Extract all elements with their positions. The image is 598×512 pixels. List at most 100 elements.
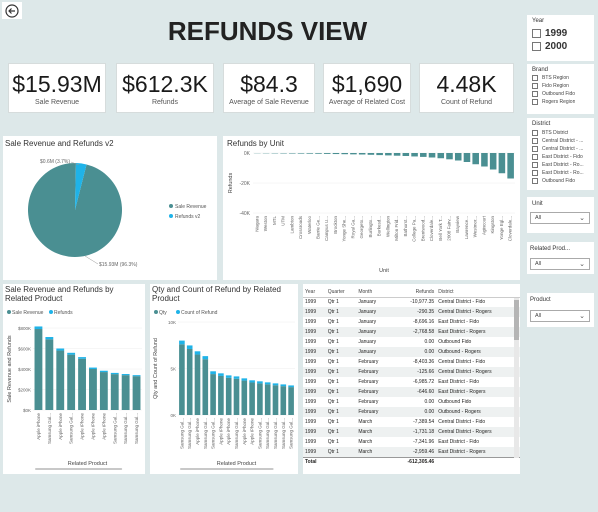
table-row[interactable]: 1999 Qtr 1 March -1,731.18 Central District … bbox=[303, 427, 520, 437]
bar[interactable] bbox=[257, 383, 263, 415]
bar[interactable] bbox=[350, 153, 357, 155]
slicer-product[interactable]: Product All ⌄ bbox=[527, 293, 594, 327]
bar[interactable] bbox=[186, 348, 193, 415]
column-header[interactable]: Refunds bbox=[391, 287, 437, 298]
bar[interactable] bbox=[288, 387, 294, 415]
bar[interactable] bbox=[210, 374, 216, 415]
bar[interactable] bbox=[186, 345, 193, 349]
table-row[interactable]: 1999 Qtr 1 February -125.66 Central District… bbox=[303, 367, 520, 377]
checkbox[interactable] bbox=[532, 162, 538, 168]
checkbox[interactable] bbox=[532, 130, 538, 136]
table-row[interactable]: 1999 Qtr 1 February 0.00 Outbound Fido bbox=[303, 397, 520, 407]
bar[interactable] bbox=[507, 153, 514, 179]
table-row[interactable]: 1999 Qtr 1 February -8,403.36 Central Distri… bbox=[303, 357, 520, 367]
back-button[interactable] bbox=[2, 2, 22, 19]
bar[interactable] bbox=[498, 153, 506, 174]
bar[interactable] bbox=[132, 375, 141, 377]
bar[interactable] bbox=[411, 153, 418, 157]
bar[interactable] bbox=[56, 350, 65, 410]
bar[interactable] bbox=[89, 367, 97, 369]
table-row[interactable]: 1999 Qtr 1 January 0.00 Outbound Fido bbox=[303, 337, 520, 347]
bar[interactable] bbox=[194, 354, 201, 415]
sales-by-product-chart[interactable]: Sale Revenue Refunds $800K $600K $400K $200K $… bbox=[3, 284, 145, 474]
table-row[interactable]: 1999 Qtr 1 January -10,977.35 Central Distri… bbox=[303, 297, 520, 307]
bar[interactable] bbox=[481, 153, 488, 167]
bar[interactable] bbox=[264, 382, 271, 385]
bar[interactable] bbox=[297, 153, 305, 154]
slicer-item-1999[interactable]: 1999 bbox=[532, 28, 589, 39]
slicer-related-product[interactable]: Related Prod... All ⌄ bbox=[527, 242, 594, 274]
pie-slice-sale-revenue[interactable] bbox=[28, 162, 123, 257]
checkbox[interactable] bbox=[532, 75, 538, 81]
checkbox[interactable] bbox=[532, 42, 541, 51]
bar[interactable] bbox=[225, 375, 232, 378]
bar[interactable] bbox=[272, 383, 279, 386]
bar[interactable] bbox=[280, 386, 287, 415]
checkbox[interactable] bbox=[532, 178, 538, 184]
bar[interactable] bbox=[289, 153, 296, 154]
bar[interactable] bbox=[376, 153, 383, 156]
bar[interactable] bbox=[179, 340, 185, 345]
slicer-district[interactable]: District BTS District Central District -… bbox=[527, 118, 594, 190]
bar[interactable] bbox=[446, 153, 453, 160]
bar[interactable] bbox=[332, 153, 340, 155]
bar[interactable] bbox=[367, 153, 375, 155]
bar[interactable] bbox=[45, 339, 54, 410]
slicer-item[interactable]: Rogers Region bbox=[532, 99, 589, 105]
slicer-item[interactable]: East District - Fido bbox=[532, 154, 589, 160]
bar[interactable] bbox=[45, 337, 54, 340]
bar[interactable] bbox=[34, 329, 43, 410]
bar[interactable] bbox=[121, 375, 130, 410]
slicer-item[interactable]: Central District - ... bbox=[532, 138, 589, 144]
bar[interactable] bbox=[288, 385, 294, 388]
bar[interactable] bbox=[56, 348, 65, 351]
bar[interactable] bbox=[225, 377, 232, 415]
bar[interactable] bbox=[306, 153, 314, 154]
bar[interactable] bbox=[249, 382, 255, 415]
table-row[interactable]: 1999 Qtr 1 January -290.35 Central District … bbox=[303, 307, 520, 317]
bar[interactable] bbox=[341, 153, 348, 155]
slicer-item-2000[interactable]: 2000 bbox=[532, 41, 589, 52]
bar[interactable] bbox=[78, 357, 86, 359]
bar[interactable] bbox=[89, 369, 97, 410]
table-row[interactable]: 1999 Qtr 1 February -6,985.72 East District … bbox=[303, 377, 520, 387]
related-product-dropdown[interactable]: All ⌄ bbox=[530, 258, 590, 270]
slicer-brand[interactable]: Brand BTS Region Fido Region Outbound Fi… bbox=[527, 64, 594, 114]
bar[interactable] bbox=[121, 374, 130, 376]
refunds-table[interactable]: Year Quarter Month Refunds District 1999 Qtr … bbox=[303, 287, 520, 467]
refunds-table-card[interactable]: Year Quarter Month Refunds District 1999 Qtr … bbox=[303, 284, 520, 474]
bar[interactable] bbox=[132, 376, 141, 410]
slicer-item[interactable]: Outbound Fido bbox=[532, 91, 589, 97]
pie-chart-card[interactable]: Sale Revenue and Refunds v2 $0.6M (3.7%)… bbox=[3, 136, 217, 280]
slicer-item[interactable]: East District - Ro... bbox=[532, 170, 589, 176]
bar[interactable] bbox=[315, 153, 322, 154]
bar[interactable] bbox=[463, 153, 471, 162]
bar[interactable] bbox=[241, 378, 248, 381]
bar[interactable] bbox=[34, 326, 43, 330]
bar[interactable] bbox=[420, 153, 427, 157]
bar[interactable] bbox=[280, 384, 287, 387]
slicer-item[interactable]: Central District - ... bbox=[532, 146, 589, 152]
unit-dropdown[interactable]: All ⌄ bbox=[530, 212, 590, 224]
column-header[interactable]: Quarter bbox=[325, 287, 357, 298]
slicer-item[interactable]: BTS Region bbox=[532, 75, 589, 81]
bar[interactable] bbox=[194, 351, 201, 355]
checkbox[interactable] bbox=[532, 170, 538, 176]
horizontal-scrollbar[interactable] bbox=[180, 468, 274, 470]
bar[interactable] bbox=[179, 344, 185, 415]
bar[interactable] bbox=[78, 358, 86, 410]
table-row[interactable]: 1999 Qtr 1 January -8,696.16 East District -… bbox=[303, 317, 520, 327]
bar[interactable] bbox=[233, 378, 240, 415]
bar[interactable] bbox=[437, 153, 445, 159]
bar[interactable] bbox=[489, 153, 497, 170]
bar[interactable] bbox=[249, 380, 255, 383]
table-scrollbar-thumb[interactable] bbox=[514, 300, 519, 340]
bar[interactable] bbox=[257, 381, 263, 384]
refunds-by-unit-chart[interactable]: 0K -20K -40K Niagara Weston MTL UTM Lambton Cros… bbox=[223, 136, 520, 280]
bar[interactable] bbox=[110, 372, 119, 375]
bar[interactable] bbox=[99, 370, 108, 373]
bar[interactable] bbox=[202, 359, 209, 415]
slicer-item[interactable]: Outbound Fido bbox=[532, 178, 589, 184]
table-scrollbar[interactable] bbox=[514, 298, 519, 458]
checkbox[interactable] bbox=[532, 146, 538, 152]
